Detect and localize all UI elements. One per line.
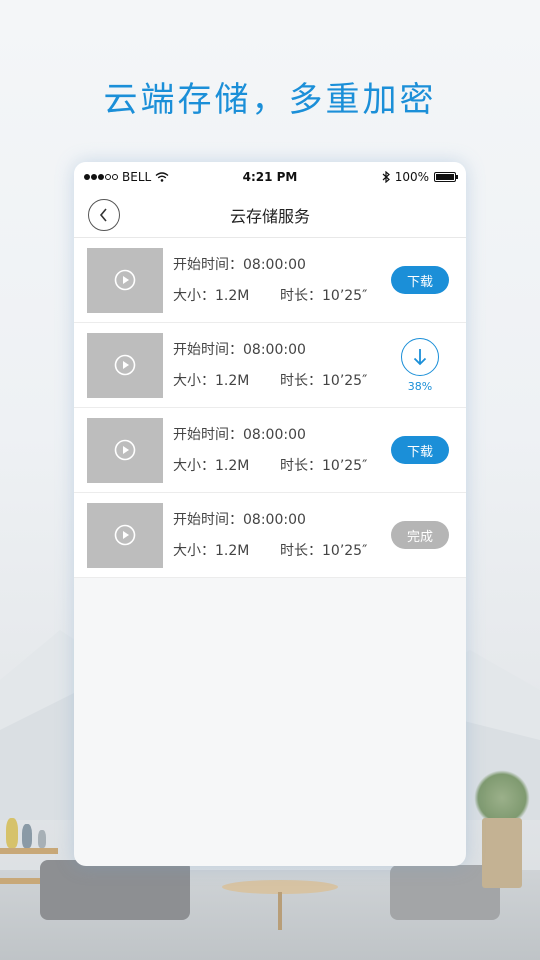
status-bar: BELL 4:21 PM 100% (74, 162, 466, 192)
start-time-line: 开始时间：08:00:00 (173, 424, 390, 446)
carrier-name: BELL (122, 170, 152, 184)
size-value: 1.2M (215, 372, 250, 389)
row-action: 完成 (390, 521, 450, 549)
wall-shelf (0, 848, 58, 854)
recording-info: 开始时间：08:00:00 大小：1.2M 时长：10’25″ (173, 339, 390, 392)
duration-value: 10’25″ (322, 287, 368, 304)
status-right: 100% (382, 170, 458, 184)
headline: 云端存储，多重加密 (103, 80, 437, 120)
phone-screen: BELL 4:21 PM 100% 云存储服务 开始时间：08:00:00 大小… (74, 162, 466, 866)
duration-label: 时长： (280, 287, 322, 304)
download-progress-ring[interactable] (401, 337, 439, 376)
start-time-line: 开始时间：08:00:00 (173, 509, 390, 531)
completed-button[interactable]: 完成 (391, 521, 449, 549)
video-thumbnail[interactable] (87, 332, 163, 398)
size-label: 大小： (173, 542, 215, 559)
start-time-label: 开始时间： (173, 511, 243, 528)
coffee-table (222, 880, 338, 894)
chevron-left-icon (99, 208, 107, 222)
download-arrow-icon (413, 348, 427, 365)
signal-strength-icon (84, 174, 118, 180)
size-value: 1.2M (215, 542, 250, 559)
plant (474, 770, 530, 826)
rug (80, 910, 460, 950)
size-duration-line: 大小：1.2M 时长：10’25″ (173, 455, 390, 477)
back-button[interactable] (88, 199, 120, 231)
download-percent: 38% (407, 379, 433, 393)
size-duration-line: 大小：1.2M 时长：10’25″ (173, 370, 390, 392)
vase (22, 824, 32, 848)
recording-list: 开始时间：08:00:00 大小：1.2M 时长：10’25″ 下载 开始时间：… (74, 238, 466, 578)
recording-info: 开始时间：08:00:00 大小：1.2M 时长：10’25″ (173, 424, 390, 477)
sofa (390, 865, 500, 920)
video-thumbnail[interactable] (87, 417, 163, 483)
size-duration-line: 大小：1.2M 时长：10’25″ (173, 285, 390, 307)
duration-label: 时长： (280, 457, 322, 474)
play-icon (114, 524, 136, 546)
size-value: 1.2M (215, 457, 250, 474)
plant-pot (482, 818, 522, 888)
bluetooth-icon (382, 171, 390, 183)
play-icon (114, 439, 136, 461)
download-button[interactable]: 下载 (391, 436, 449, 464)
size-duration-line: 大小：1.2M 时长：10’25″ (173, 540, 390, 562)
size-label: 大小： (173, 457, 215, 474)
sofa (40, 860, 190, 920)
duration-label: 时长： (280, 372, 322, 389)
recording-row[interactable]: 开始时间：08:00:00 大小：1.2M 时长：10’25″ 完成 (74, 493, 466, 578)
start-time-line: 开始时间：08:00:00 (173, 254, 390, 276)
download-progress[interactable]: 38% (390, 337, 450, 393)
recording-info: 开始时间：08:00:00 大小：1.2M 时长：10’25″ (173, 254, 390, 307)
row-action: 下载 (390, 266, 450, 294)
start-time-label: 开始时间： (173, 426, 243, 443)
status-left: BELL (84, 170, 169, 184)
start-time-value: 08:00:00 (243, 426, 306, 443)
row-action: 下载 (390, 436, 450, 464)
play-icon (114, 269, 136, 291)
play-icon (114, 354, 136, 376)
duration-value: 10’25″ (322, 457, 368, 474)
duration-value: 10’25″ (322, 542, 368, 559)
battery-icon (434, 172, 458, 182)
start-time-label: 开始时间： (173, 341, 243, 358)
download-button[interactable]: 下载 (391, 266, 449, 294)
size-value: 1.2M (215, 287, 250, 304)
size-label: 大小： (173, 372, 215, 389)
video-thumbnail[interactable] (87, 502, 163, 568)
start-time-line: 开始时间：08:00:00 (173, 339, 390, 361)
recording-info: 开始时间：08:00:00 大小：1.2M 时长：10’25″ (173, 509, 390, 562)
recording-row[interactable]: 开始时间：08:00:00 大小：1.2M 时长：10’25″ 下载 (74, 238, 466, 323)
size-label: 大小： (173, 287, 215, 304)
duration-value: 10’25″ (322, 372, 368, 389)
start-time-value: 08:00:00 (243, 511, 306, 528)
video-thumbnail[interactable] (87, 247, 163, 313)
vase (38, 830, 46, 848)
wall-shelf (0, 878, 58, 884)
start-time-label: 开始时间： (173, 256, 243, 273)
battery-percent: 100% (394, 170, 429, 184)
navigation-bar: 云存储服务 (74, 192, 466, 238)
coffee-table-leg (278, 892, 282, 930)
wifi-icon (155, 172, 169, 182)
recording-row[interactable]: 开始时间：08:00:00 大小：1.2M 时长：10’25″ 下载 (74, 408, 466, 493)
start-time-value: 08:00:00 (243, 256, 306, 273)
duration-label: 时长： (280, 542, 322, 559)
vase (6, 818, 18, 848)
floor (0, 870, 540, 960)
recording-row[interactable]: 开始时间：08:00:00 大小：1.2M 时长：10’25″ 38% (74, 323, 466, 408)
page-title: 云存储服务 (229, 206, 310, 226)
start-time-value: 08:00:00 (243, 341, 306, 358)
